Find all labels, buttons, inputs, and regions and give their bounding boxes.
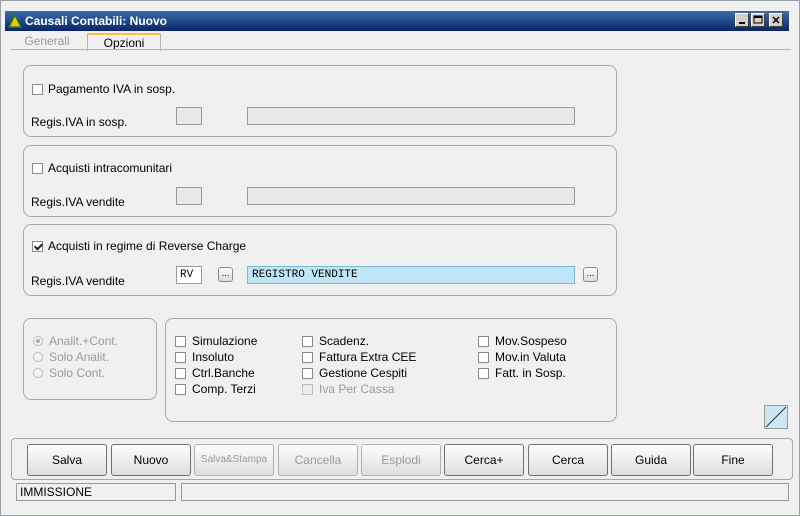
radio-solo-analit[interactable] <box>33 352 43 362</box>
pagamento-iva-checkbox[interactable] <box>32 84 43 95</box>
main-window: Causali Contabili: Nuovo Generali Opzion… <box>0 0 800 516</box>
simulazione-label: Simulazione <box>192 334 258 348</box>
guida-button[interactable]: Guida <box>611 444 691 476</box>
reverse-charge-regis-label: Regis.IVA vendite <box>31 274 125 288</box>
status-mode: IMMISSIONE <box>16 483 176 501</box>
fatt-in-sosp-checkbox[interactable] <box>478 368 489 379</box>
cerca-button[interactable]: Cerca <box>528 444 608 476</box>
reverse-charge-description-lookup-button[interactable]: ... <box>583 267 598 282</box>
regis-iva-sosp-description-field[interactable] <box>247 107 575 125</box>
maximize-button[interactable] <box>751 13 765 27</box>
insoluto-label: Insoluto <box>192 350 235 364</box>
regis-iva-vendite-label: Regis.IVA vendite <box>31 195 125 209</box>
gestione-cespiti-label: Gestione Cespiti <box>319 366 408 380</box>
mov-sospeso-label: Mov.Sospeso <box>495 334 567 348</box>
regis-iva-vendite-code-field[interactable] <box>176 187 202 205</box>
mov-in-valuta-label: Mov.in Valuta <box>495 350 566 364</box>
radio-analit-cont[interactable] <box>33 336 43 346</box>
reverse-charge-checkbox[interactable] <box>32 241 43 252</box>
insoluto-checkbox[interactable] <box>175 352 186 363</box>
salva-button[interactable]: Salva <box>27 444 107 476</box>
nuovo-button[interactable]: Nuovo <box>111 444 191 476</box>
salva-stampa-button[interactable]: Salva&Stampa <box>194 444 274 476</box>
iva-per-cassa-checkbox[interactable] <box>302 384 313 395</box>
close-icon <box>772 16 780 24</box>
mov-in-valuta-checkbox[interactable] <box>478 352 489 363</box>
scadenz-checkbox[interactable] <box>302 336 313 347</box>
regis-iva-sosp-label: Regis.IVA in sosp. <box>31 115 128 129</box>
app-warning-icon <box>8 14 22 28</box>
tab-generali[interactable]: Generali <box>11 33 83 50</box>
maximize-icon <box>753 15 763 24</box>
scadenz-label: Scadenz. <box>319 334 370 348</box>
minimize-icon <box>739 22 745 24</box>
title-bar: Causali Contabili: Nuovo <box>5 11 789 31</box>
status-message <box>181 483 789 501</box>
acquisti-intracomunitari-checkbox[interactable] <box>32 163 43 174</box>
radio-solo-analit-label: Solo Analit. <box>49 350 110 364</box>
fattura-extra-cee-checkbox[interactable] <box>302 352 313 363</box>
esplodi-button[interactable]: Esplodi <box>361 444 441 476</box>
radio-solo-cont[interactable] <box>33 368 43 378</box>
radio-analit-cont-label: Analit.+Cont. <box>49 334 119 348</box>
window-title: Causali Contabili: Nuovo <box>25 14 168 28</box>
pagamento-iva-label: Pagamento IVA in sosp. <box>48 82 176 96</box>
fattura-extra-cee-label: Fattura Extra CEE <box>319 350 417 364</box>
regis-iva-vendite-description-field[interactable] <box>247 187 575 205</box>
radio-solo-cont-label: Solo Cont. <box>49 366 106 380</box>
iva-per-cassa-label: Iva Per Cassa <box>319 382 395 396</box>
comp-terzi-label: Comp. Terzi <box>192 382 256 396</box>
comp-terzi-checkbox[interactable] <box>175 384 186 395</box>
ctrl-banche-checkbox[interactable] <box>175 368 186 379</box>
acquisti-intracomunitari-label: Acquisti intracomunitari <box>48 161 173 175</box>
reverse-charge-code-field[interactable]: RV <box>176 266 202 284</box>
ctrl-banche-label: Ctrl.Banche <box>192 366 255 380</box>
minimize-button[interactable] <box>735 13 749 27</box>
fine-button[interactable]: Fine <box>693 444 773 476</box>
gestione-cespiti-checkbox[interactable] <box>302 368 313 379</box>
diagonal-line-icon <box>765 406 787 428</box>
mov-sospeso-checkbox[interactable] <box>478 336 489 347</box>
simulazione-checkbox[interactable] <box>175 336 186 347</box>
reverse-charge-code-lookup-button[interactable]: ... <box>218 267 233 282</box>
close-button[interactable] <box>769 13 783 27</box>
reverse-charge-description-field[interactable]: REGISTRO VENDITE <box>247 266 575 284</box>
reverse-charge-label: Acquisti in regime di Reverse Charge <box>48 239 247 253</box>
cancella-button[interactable]: Cancella <box>278 444 358 476</box>
fatt-in-sosp-label: Fatt. in Sosp. <box>495 366 566 380</box>
regis-iva-sosp-code-field[interactable] <box>176 107 202 125</box>
corner-grip-icon[interactable] <box>764 405 788 429</box>
cerca-plus-button[interactable]: Cerca+ <box>444 444 524 476</box>
